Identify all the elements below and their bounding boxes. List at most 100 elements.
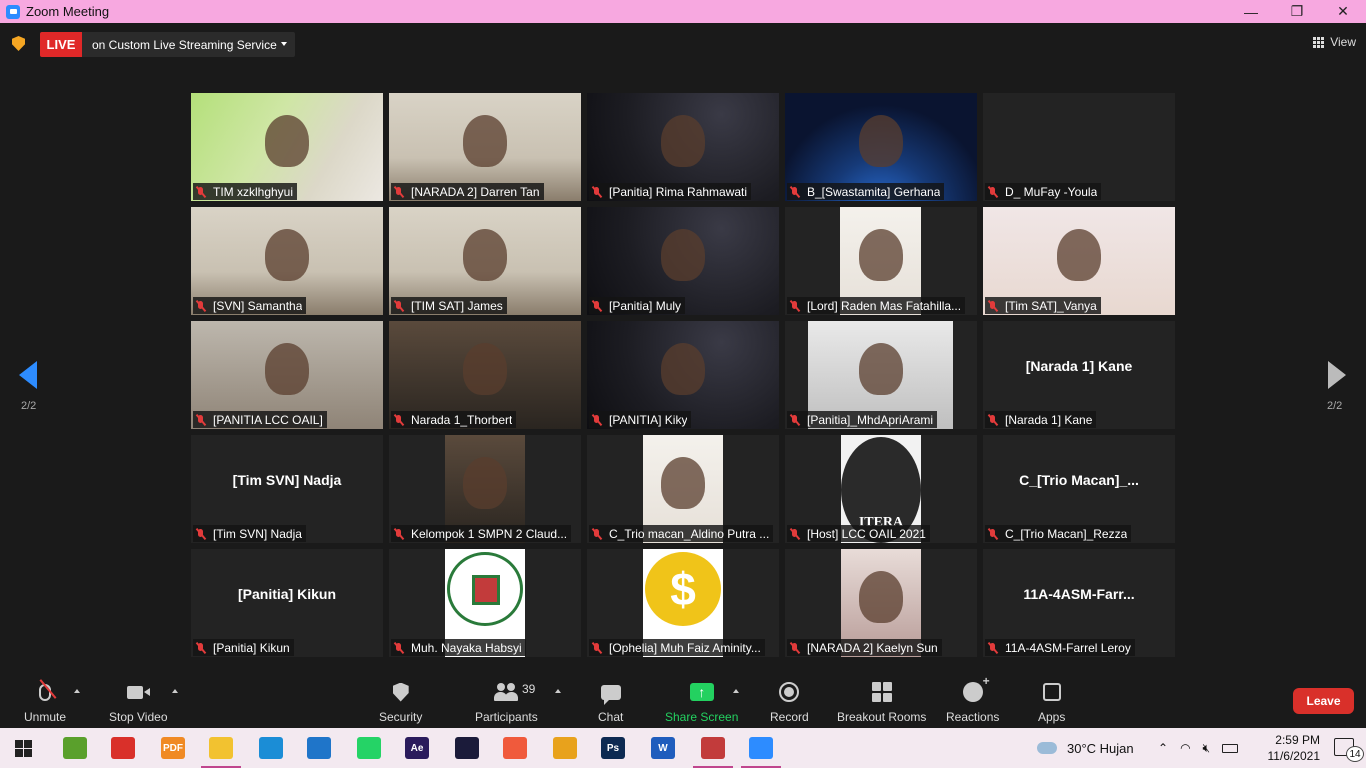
reactions-button[interactable]: Reactions [946,674,999,724]
chrome-profile-app-icon[interactable] [701,737,725,759]
participant-tile[interactable]: TIM xzklhghyui [191,93,383,201]
participant-name: [Panitia]_MhdApriArami [807,412,934,427]
mic-muted-icon [591,528,603,540]
apps-button[interactable]: Apps [1038,680,1065,724]
participant-tile[interactable]: D_ MuFay -Youla [983,93,1175,201]
participant-name: C_[Trio Macan]_Rezza [1005,526,1128,541]
mic-muted-icon [987,300,999,312]
edge-browser-icon[interactable] [259,737,283,759]
participant-name-bar: 11A-4ASM-Farrel Leroy [985,639,1135,656]
maximize-button[interactable]: ❐ [1274,0,1320,23]
pdf-app-icon[interactable]: PDF [161,737,185,759]
participant-tile[interactable]: Muh. Nayaka Habsyi [389,549,581,657]
record-icon [779,682,800,702]
chevron-down-icon [281,42,287,46]
participant-tile[interactable]: [NARADA 2] Darren Tan [389,93,581,201]
live-badge[interactable]: LIVE [40,32,82,57]
video-options-caret-icon[interactable] [172,689,178,693]
whatsapp-app-icon[interactable] [357,737,381,759]
zoom-logo-icon [6,4,20,19]
participant-tile[interactable]: [Panitia] Kikun [Panitia] Kikun [191,549,383,657]
view-button[interactable]: View [1313,35,1356,49]
participant-tile[interactable]: C_Trio macan_Aldino Putra ... [587,435,779,543]
share-screen-button[interactable]: ↑ Share Screen [665,680,738,724]
stellarium-app-icon[interactable] [455,737,479,759]
mic-muted-icon [195,642,207,654]
weather-widget[interactable]: 30°C Hujan [1037,728,1134,768]
windows-start-icon[interactable] [15,740,32,757]
mic-muted-icon [393,186,405,198]
participant-tile[interactable]: Narada 1_Thorbert [389,321,581,429]
participant-tile[interactable]: B_[Swastamita] Gerhana [785,93,977,201]
share-options-caret-icon[interactable] [733,689,739,693]
vscode-app-icon[interactable] [307,737,331,759]
participant-tile[interactable]: [NARADA 2] Kaelyn Sun [785,549,977,657]
chrome-browser-icon[interactable] [553,737,577,759]
participant-silhouette [265,343,309,395]
participant-name-bar: [Tim SVN] Nadja [193,525,306,542]
mic-muted-icon [195,528,207,540]
taskbar-clock[interactable]: 2:59 PM 11/6/2021 [1268,732,1321,764]
mic-muted-icon [393,300,405,312]
participant-silhouette [858,343,903,395]
participant-name-bar: C_Trio macan_Aldino Putra ... [589,525,774,542]
participant-tile[interactable]: [SVN] Samantha [191,207,383,315]
participants-options-caret-icon[interactable] [555,689,561,693]
close-button[interactable]: ✕ [1320,0,1366,23]
window-titlebar: Zoom Meeting — ❐ ✕ [0,0,1366,23]
mic-muted-icon [195,414,207,426]
next-page-arrow-icon[interactable] [1328,361,1346,389]
chat-button[interactable]: Chat [598,680,623,724]
participant-name-bar: [Panitia] Rima Rahmawati [589,183,752,200]
participant-tile[interactable]: [Panitia] Rima Rahmawati [587,93,779,201]
participant-tile[interactable]: [Narada 1] Kane [Narada 1] Kane [983,321,1175,429]
participant-tile[interactable]: [PANITIA LCC OAIL] [191,321,383,429]
breakout-rooms-button[interactable]: Breakout Rooms [837,680,926,724]
chevron-up-icon[interactable]: ⌃ [1158,741,1168,755]
word-app-icon[interactable]: W [651,737,675,759]
participant-tile[interactable]: [Panitia] Muly [587,207,779,315]
zoom-app-icon[interactable] [749,737,773,759]
audio-options-caret-icon[interactable] [74,689,80,693]
unmute-button[interactable]: Unmute [24,679,66,724]
participant-tile[interactable]: C_[Trio Macan]_... C_[Trio Macan]_Rezza [983,435,1175,543]
photoshop-app-icon[interactable]: Ps [601,737,625,759]
participant-tile[interactable]: Kelompok 1 SMPN 2 Claud... [389,435,581,543]
participant-tile[interactable]: [TIM SAT] James [389,207,581,315]
participant-tile[interactable]: [Tim SAT]_Vanya [983,207,1175,315]
notification-count: 14 [1346,746,1364,762]
clock-date: 11/6/2021 [1267,749,1321,763]
participant-tile[interactable]: [Lord] Raden Mas Fatahilla... [785,207,977,315]
security-button[interactable]: Security [379,680,422,724]
wifi-icon[interactable]: ◠ [1180,741,1190,755]
live-streaming-dropdown[interactable]: on Custom Live Streaming Service [82,32,295,57]
share-screen-label: Share Screen [665,710,739,724]
participant-name: [Host] LCC OAIL 2021 [807,526,926,541]
encryption-shield-icon[interactable] [12,36,25,51]
leave-button[interactable]: Leave [1293,688,1354,714]
after-effects-app-icon[interactable]: Ae [405,737,429,759]
screenshot-app-icon[interactable] [111,737,135,759]
participant-tile[interactable]: [Tim SVN] Nadja [Tim SVN] Nadja [191,435,383,543]
participant-tile[interactable]: [Panitia]_MhdApriArami [785,321,977,429]
participant-tile[interactable]: 11A-4ASM-Farr... 11A-4ASM-Farrel Leroy [983,549,1175,657]
record-button[interactable]: Record [770,680,809,724]
volume-muted-icon[interactable]: 🔇︎ [1203,741,1211,756]
previous-page-arrow-icon[interactable] [19,361,37,389]
minimize-button[interactable]: — [1228,0,1274,23]
camtasia-app-icon[interactable] [63,737,87,759]
stop-video-label: Stop Video [109,710,168,724]
participant-tile[interactable]: $ [Ophelia] Muh Faiz Aminity... [587,549,779,657]
participant-name-bar: [Ophelia] Muh Faiz Aminity... [589,639,765,656]
battery-icon[interactable] [1222,743,1239,753]
clock-time: 2:59 PM [1275,733,1320,747]
participant-name: 11A-4ASM-Farrel Leroy [1005,640,1131,655]
file-explorer-icon[interactable] [209,737,233,759]
participant-tile[interactable]: [PANITIA] Kiky [587,321,779,429]
stop-video-button[interactable]: Stop Video [109,680,168,724]
participant-name: [PANITIA LCC OAIL] [213,412,323,427]
participant-tile[interactable]: ITERA [Host] LCC OAIL 2021 [785,435,977,543]
screen-recorder-app-icon[interactable] [503,737,527,759]
participant-name-bar: [Panitia] Kikun [193,639,294,656]
participant-name: D_ MuFay -Youla [1005,184,1098,199]
